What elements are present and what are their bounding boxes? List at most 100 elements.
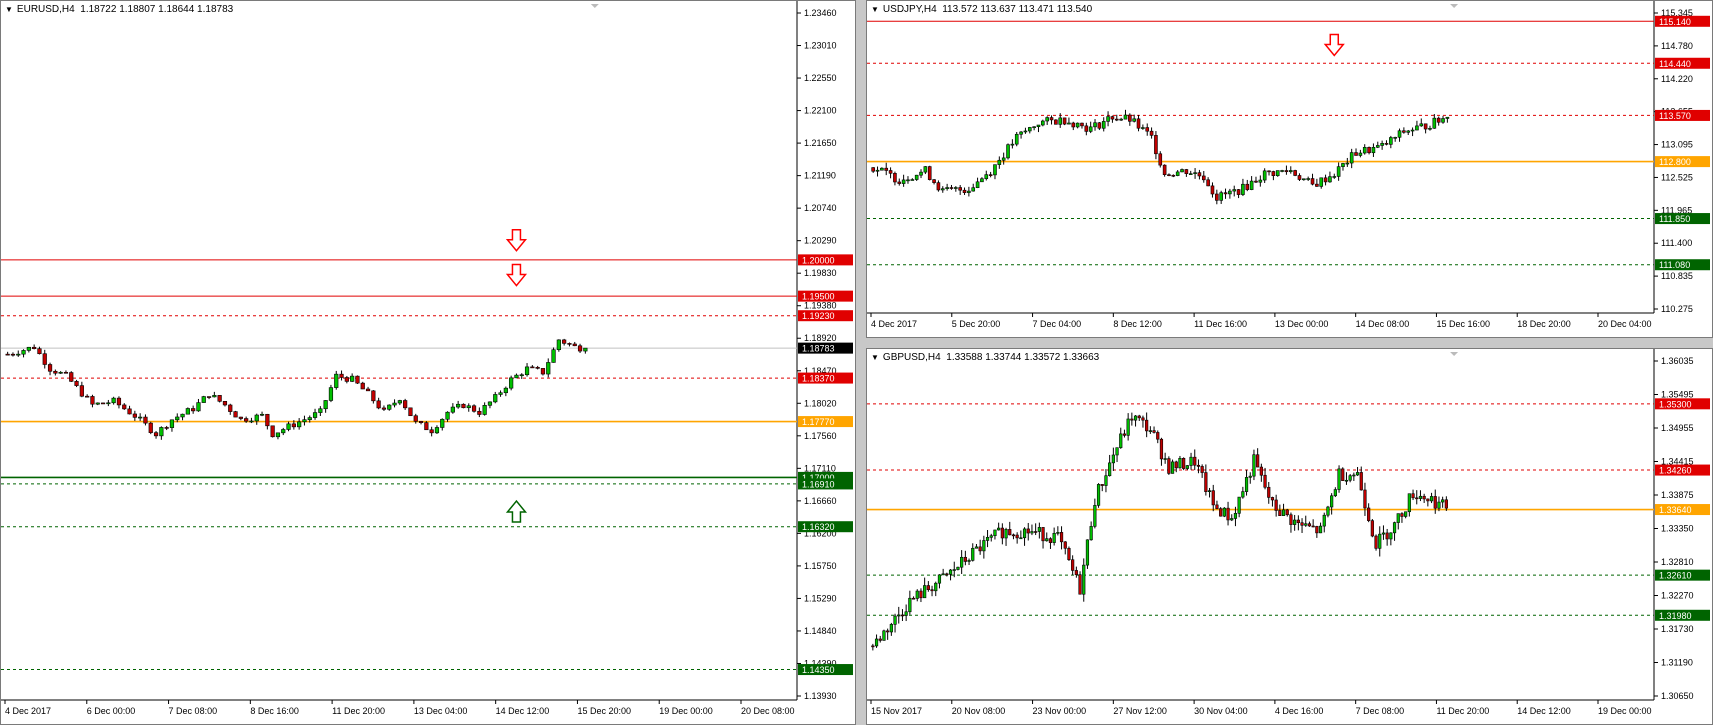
candle-bear <box>122 404 127 410</box>
candle-bull <box>1337 468 1341 490</box>
candle-bull <box>934 582 938 592</box>
level-price-label: 1.18370 <box>802 374 835 384</box>
candle-bull <box>967 190 971 193</box>
candle-bear <box>919 590 923 599</box>
candle-bear <box>1444 499 1448 509</box>
candle-bear <box>116 397 122 406</box>
candle-bull <box>1023 130 1028 133</box>
price-tick-label: 1.23460 <box>804 8 837 18</box>
candle-bull <box>1406 130 1411 133</box>
candle-bear <box>1167 458 1171 474</box>
price-tick-label: 1.32270 <box>1661 591 1694 601</box>
time-tick-label: 6 Dec 00:00 <box>87 706 136 716</box>
candle-bull <box>960 556 964 568</box>
chart-canvas-eurusd[interactable]: 1.23460 1.23010 1.22550 1.22100 1.21650 1.211… <box>1 1 855 724</box>
candle-bear <box>1100 484 1104 486</box>
candle-bear <box>1219 508 1223 517</box>
time-tick-label: 14 Dec 08:00 <box>1356 319 1410 329</box>
candle-bear <box>1436 117 1441 123</box>
candle-bear <box>1206 179 1210 187</box>
chart-symbol: USDJPY,H4 <box>882 4 937 15</box>
candle-bear <box>540 368 546 375</box>
candle-bear <box>1210 185 1215 195</box>
candle-bull <box>908 597 912 613</box>
chart-window-usdjpy[interactable]: ▼ USDJPY,H4 113.572 113.637 113.471 113.5… <box>866 0 1713 338</box>
level-price-label: 1.33640 <box>1659 505 1692 515</box>
candle-bull <box>1170 461 1175 474</box>
candle-bull <box>1180 169 1184 173</box>
candle-bull <box>95 402 100 405</box>
chart-canvas-usdjpy[interactable]: 115.345114.780114.220113.655113.095112.5… <box>867 1 1712 337</box>
candle-bear <box>1426 498 1430 502</box>
candle-bull <box>466 405 471 409</box>
candle-bear <box>1367 507 1371 521</box>
shift-marker-icon <box>590 4 599 8</box>
candle-bear <box>1433 496 1437 509</box>
chart-menu-triangle-icon[interactable]: ▼ <box>5 5 13 14</box>
chart-canvas-gbpusd[interactable]: 1.360351.354951.349551.344151.338751.333… <box>867 349 1712 724</box>
candle-bull <box>975 181 980 189</box>
chart-ohlc: 113.572 113.637 113.471 113.540 <box>942 4 1093 15</box>
level-price-label: 114.440 <box>1659 59 1691 69</box>
candle-bull <box>498 392 503 395</box>
candle-bear <box>949 187 954 189</box>
candle-bear <box>403 400 408 409</box>
candle-bear <box>1110 116 1115 120</box>
candle-bull <box>1362 147 1367 154</box>
candle-bull <box>254 414 259 422</box>
price-tick-label: 114.780 <box>1661 41 1693 51</box>
candle-bear <box>148 422 153 433</box>
candle-bear <box>926 585 930 590</box>
level-price-label: 1.18783 <box>802 344 835 354</box>
candle-bull <box>546 362 551 375</box>
chart-window-gbpusd[interactable]: ▼ GBPUSD,H4 1.33588 1.33744 1.33572 1.336… <box>866 348 1713 725</box>
candle-bear <box>1267 170 1271 173</box>
candle-bull <box>58 371 63 374</box>
candle-bear <box>413 415 418 422</box>
chart-menu-triangle-icon[interactable]: ▼ <box>871 5 879 14</box>
candle-bear <box>1152 430 1156 433</box>
vertical-splitter[interactable] <box>856 0 866 725</box>
candle-bear <box>47 364 53 372</box>
candle-bear <box>1284 170 1289 173</box>
candle-bull <box>1085 539 1090 566</box>
candle-bull <box>1004 529 1008 539</box>
price-tick-label: 1.19830 <box>804 268 837 278</box>
candle-bear <box>42 353 47 365</box>
candle-bull <box>1306 178 1310 180</box>
candle-bull <box>993 164 997 176</box>
candle-bull <box>1133 415 1138 421</box>
candle-bull <box>952 569 956 571</box>
chart-menu-triangle-icon[interactable]: ▼ <box>871 353 879 362</box>
candle-bull <box>1101 121 1106 129</box>
price-tick-label: 1.21190 <box>804 171 836 181</box>
candle-bull <box>1258 179 1263 183</box>
candle-bull <box>397 400 402 404</box>
candle-bear <box>376 400 381 409</box>
candle-bull <box>1437 501 1441 509</box>
horizontal-splitter[interactable] <box>866 338 1713 348</box>
chart-window-eurusd[interactable]: ▼ EURUSD,H4 1.18722 1.18807 1.18644 1.187… <box>0 0 856 725</box>
time-tick-label: 20 Dec 08:00 <box>741 706 795 716</box>
candle-bull <box>997 527 1001 531</box>
candle-bear <box>1200 466 1204 473</box>
candle-bear <box>238 416 243 419</box>
candle-bear <box>1011 534 1016 537</box>
candle-bear <box>1171 174 1176 177</box>
candle-bull <box>1019 537 1023 540</box>
candle-bull <box>180 413 185 418</box>
candle-bear <box>911 597 916 600</box>
candle-bear <box>164 427 169 429</box>
candle-bull <box>1341 163 1345 167</box>
level-price-label: 1.32610 <box>1659 571 1692 581</box>
candle-bear <box>1384 143 1389 145</box>
candle-bear <box>884 167 889 171</box>
candle-bear <box>1128 114 1132 122</box>
candle-bear <box>1154 135 1158 155</box>
price-tick-label: 114.220 <box>1661 74 1693 84</box>
candle-bear <box>5 353 10 356</box>
candle-bull <box>1045 538 1049 542</box>
candle-bear <box>1167 174 1171 177</box>
candle-bull <box>997 159 1002 165</box>
candle-bear <box>471 405 477 412</box>
